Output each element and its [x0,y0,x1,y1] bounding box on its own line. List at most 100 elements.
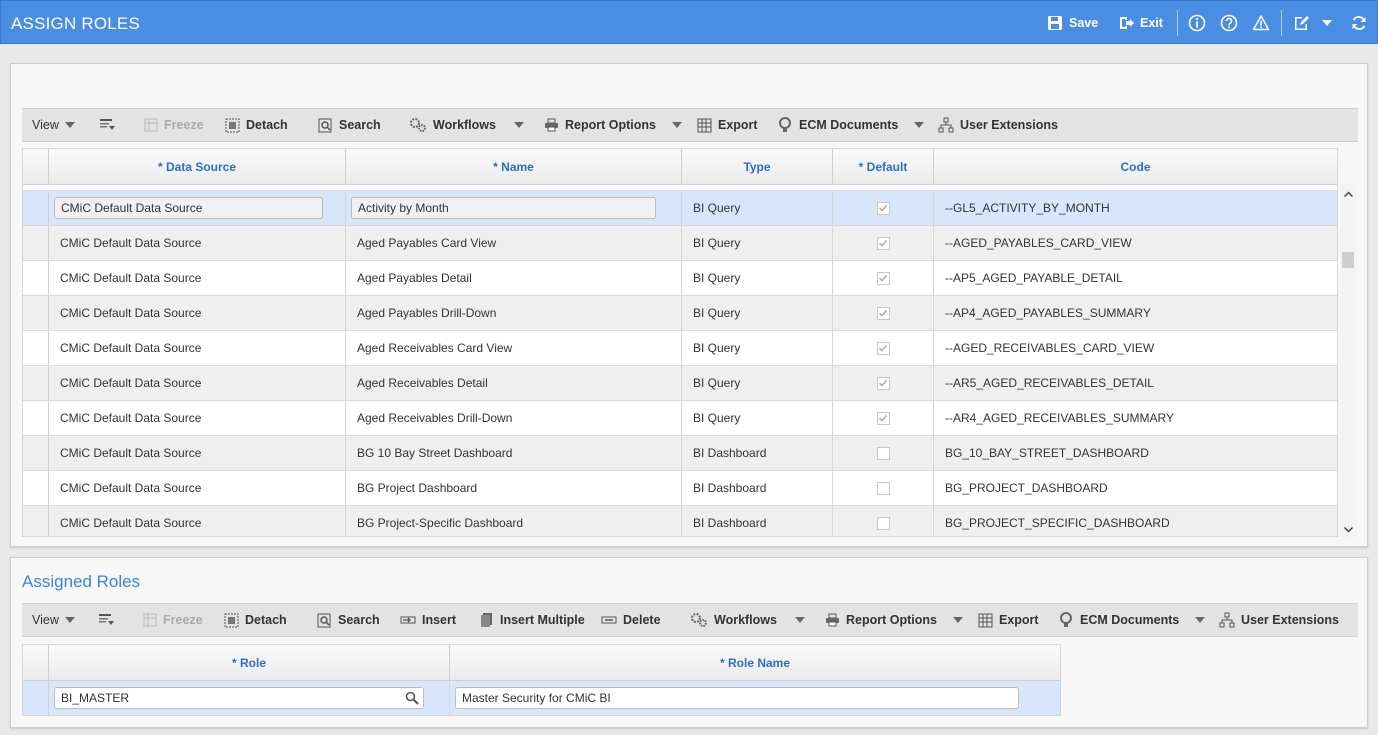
column-code[interactable]: Code [934,149,1337,185]
code-cell[interactable]: --AR5_AGED_RECEIVABLES_DETAIL [934,366,1337,400]
type-cell[interactable]: BI Query [682,366,833,400]
column-role[interactable]: * Role [49,645,450,681]
name-cell[interactable]: Aged Receivables Detail [346,366,682,400]
query-filter-button[interactable] [99,109,121,141]
insert-button[interactable]: Insert [400,604,456,636]
code-cell[interactable]: --GL5_ACTIVITY_BY_MONTH [934,191,1337,225]
default-checkbox[interactable] [876,481,890,495]
type-cell[interactable]: BI Query [682,191,833,225]
row-header[interactable] [23,471,49,505]
code-cell[interactable]: BG_10_BAY_STREET_DASHBOARD [934,436,1337,470]
default-cell[interactable] [833,296,934,330]
data-source-cell[interactable]: CMiC Default Data Source [49,331,346,365]
type-cell[interactable]: BI Dashboard [682,506,833,536]
row-header[interactable] [23,436,49,470]
info-icon[interactable] [1187,13,1207,33]
warning-icon[interactable] [1251,13,1271,33]
report-options-button[interactable]: Report Options [544,109,682,141]
exit-button[interactable]: Exit [1118,13,1163,33]
column-role-name[interactable]: * Role Name [450,645,1060,681]
type-cell[interactable]: BI Dashboard [682,471,833,505]
refresh-icon[interactable] [1349,13,1369,33]
column-name[interactable]: * Name [346,149,682,185]
role-input[interactable]: BI_MASTER [54,687,424,709]
code-cell[interactable]: --AR4_AGED_RECEIVABLES_SUMMARY [934,401,1337,435]
table-row[interactable]: CMiC Default Data Source BG 10 Bay Street… [23,436,1337,471]
detach-button[interactable]: Detach [224,604,287,636]
row-header[interactable] [23,506,49,536]
chevron-down-icon[interactable] [794,617,805,623]
default-cell[interactable] [833,331,934,365]
row-header[interactable] [23,191,49,225]
workflows-button[interactable]: Workflows [690,604,805,636]
scroll-up-chevron-icon[interactable] [1343,189,1354,200]
table-row[interactable]: BI_MASTER Master Security for CMiC BI [23,681,1060,715]
data-source-cell[interactable]: CMiC Default Data Source [49,296,346,330]
row-header[interactable] [23,331,49,365]
edit-icon[interactable] [1291,13,1311,33]
default-checkbox[interactable] [876,341,890,355]
type-cell[interactable]: BI Query [682,331,833,365]
search-button[interactable]: Search [318,109,381,141]
code-cell[interactable]: --AP5_AGED_PAYABLE_DETAIL [934,261,1337,295]
code-cell[interactable]: --AP4_AGED_PAYABLES_SUMMARY [934,296,1337,330]
row-header[interactable] [23,681,49,715]
ecm-documents-button[interactable]: ECM Documents [777,109,925,141]
column-type[interactable]: Type [682,149,833,185]
scroll-down-chevron-icon[interactable] [1343,522,1354,536]
name-cell[interactable]: Aged Receivables Drill-Down [346,401,682,435]
workflows-button[interactable]: Workflows [409,109,524,141]
row-header[interactable] [23,261,49,295]
data-source-cell[interactable]: CMiC Default Data Source [49,471,346,505]
vertical-scrollbar[interactable] [1340,184,1356,537]
default-cell[interactable] [833,366,934,400]
save-button[interactable]: Save [1047,13,1098,33]
table-row[interactable]: CMiC Default Data Source Aged Payables Dr… [23,296,1337,331]
data-source-input[interactable]: CMiC Default Data Source [54,197,323,219]
default-checkbox[interactable] [876,516,890,530]
row-header[interactable] [23,401,49,435]
query-filter-button[interactable] [98,604,120,636]
help-icon[interactable] [1219,13,1239,33]
data-source-cell[interactable]: CMiC Default Data Source [49,366,346,400]
default-checkbox[interactable] [876,306,890,320]
default-checkbox[interactable] [876,376,890,390]
code-cell[interactable]: BG_PROJECT_DASHBOARD [934,471,1337,505]
default-cell[interactable] [833,226,934,260]
chevron-down-icon[interactable] [513,122,524,128]
type-cell[interactable]: BI Query [682,261,833,295]
name-cell[interactable]: BG Project-Specific Dashboard [346,506,682,536]
chevron-down-icon[interactable] [914,122,925,128]
freeze-button[interactable]: Freeze [143,604,203,636]
data-source-cell[interactable]: CMiC Default Data Source [49,506,346,536]
view-menu[interactable]: View [32,109,75,141]
default-checkbox[interactable] [876,236,890,250]
table-row[interactable]: CMiC Default Data Source Aged Receivables… [23,331,1337,366]
default-cell[interactable] [833,261,934,295]
role-name-input[interactable]: Master Security for CMiC BI [455,687,1019,709]
scroll-thumb[interactable] [1342,252,1354,268]
report-options-button[interactable]: Report Options [825,604,963,636]
type-cell[interactable]: BI Query [682,296,833,330]
type-cell[interactable]: BI Query [682,401,833,435]
table-row[interactable]: CMiC Default Data Source Aged Payables De… [23,261,1337,296]
user-extensions-button[interactable]: User Extensions [1219,604,1339,636]
export-button[interactable]: Export [978,604,1039,636]
code-cell[interactable]: BG_PROJECT_SPECIFIC_DASHBOARD [934,506,1337,536]
name-cell[interactable]: Aged Payables Drill-Down [346,296,682,330]
table-row[interactable]: CMiC Default Data Source Aged Receivables… [23,366,1337,401]
row-header[interactable] [23,226,49,260]
default-cell[interactable] [833,191,934,225]
type-cell[interactable]: BI Dashboard [682,436,833,470]
default-checkbox[interactable] [876,411,890,425]
ecm-documents-button[interactable]: ECM Documents [1058,604,1206,636]
name-cell[interactable]: BG Project Dashboard [346,471,682,505]
user-extensions-button[interactable]: User Extensions [938,109,1058,141]
edit-menu-chevron-down-icon[interactable] [1317,13,1337,33]
search-icon[interactable] [405,691,419,708]
name-cell[interactable]: Aged Receivables Card View [346,331,682,365]
code-cell[interactable]: --AGED_RECEIVABLES_CARD_VIEW [934,331,1337,365]
chevron-down-icon[interactable] [671,122,682,128]
column-data-source[interactable]: * Data Source [49,149,346,185]
search-button[interactable]: Search [317,604,380,636]
